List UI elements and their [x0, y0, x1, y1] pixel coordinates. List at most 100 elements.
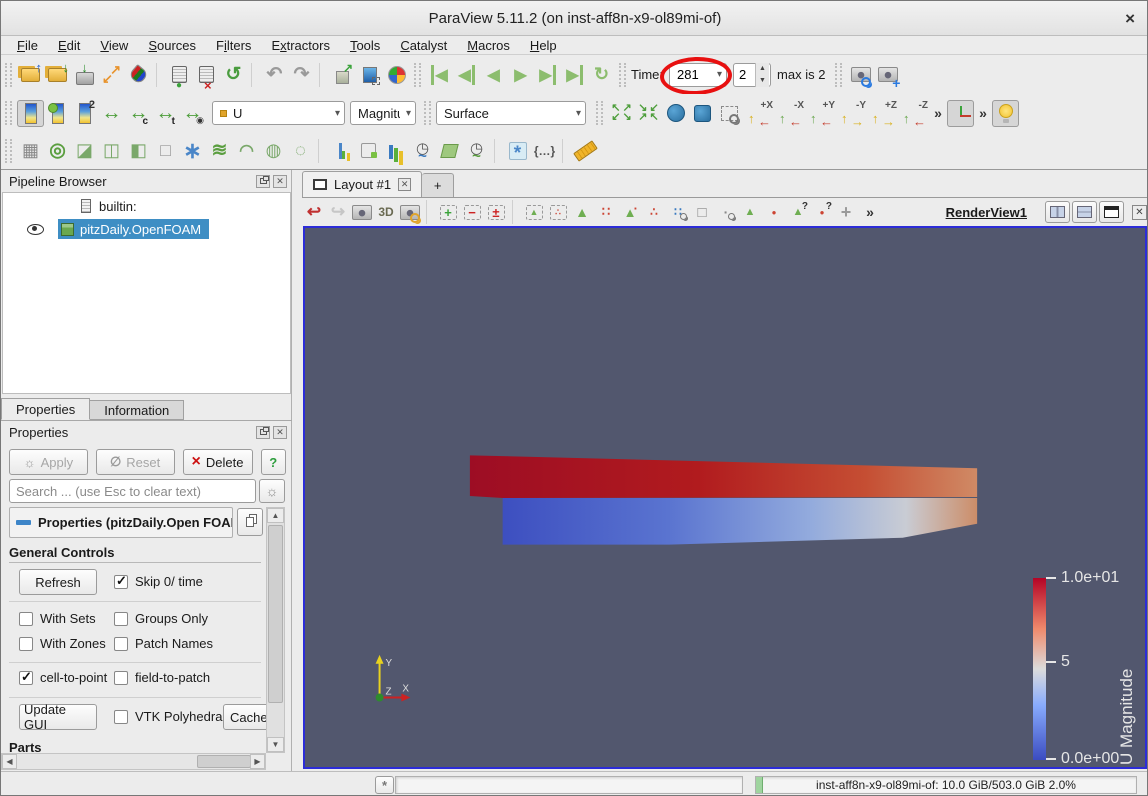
clip-icon[interactable] — [71, 137, 98, 164]
overflow-icon[interactable]: » — [929, 100, 947, 127]
scroll-down-icon[interactable]: ▼ — [267, 737, 284, 752]
save-data-icon[interactable] — [71, 60, 98, 88]
color-range-icon[interactable] — [356, 61, 383, 88]
toolbar-handle[interactable] — [5, 101, 12, 125]
spin-up-icon[interactable]: ▲ — [756, 62, 769, 75]
time-value-input[interactable] — [677, 67, 712, 82]
close-tab-icon[interactable]: ✕ — [398, 178, 412, 191]
selection-add-icon[interactable] — [436, 201, 460, 223]
view-minus-y-icon[interactable]: -Y — [836, 100, 867, 129]
redo-icon[interactable] — [288, 61, 315, 88]
plot-over-line-icon[interactable] — [328, 137, 355, 164]
toolbar-handle[interactable] — [5, 138, 12, 163]
plot-over-time-icon[interactable] — [409, 137, 436, 165]
time-value-combobox[interactable]: ▾ — [659, 55, 733, 96]
select-points-through-icon[interactable] — [594, 201, 618, 223]
vcr-loop-icon[interactable] — [588, 61, 615, 88]
reset-camera-icon[interactable] — [608, 100, 635, 127]
camera-redo-icon[interactable] — [326, 201, 350, 223]
query-cells-icon[interactable]: ? — [786, 201, 810, 223]
patch-names-checkbox[interactable] — [114, 636, 128, 651]
undock-icon[interactable] — [256, 425, 270, 439]
histogram-icon[interactable] — [382, 137, 409, 164]
toolbar-handle[interactable] — [5, 62, 12, 87]
threshold-icon[interactable] — [125, 137, 152, 164]
visibility-eye-icon[interactable] — [27, 223, 44, 235]
probe-location-icon[interactable] — [504, 137, 531, 165]
component-combobox[interactable]: Magnitu ▾ — [350, 101, 416, 125]
scrollbar-thumb[interactable] — [268, 525, 283, 703]
menu-filters[interactable]: Filters — [206, 37, 261, 54]
rescale-temporal-range-icon[interactable] — [152, 100, 179, 127]
copy-properties-button[interactable] — [237, 508, 263, 536]
save-icon[interactable] — [44, 60, 71, 88]
select-block-icon[interactable] — [690, 201, 714, 223]
representation-combobox[interactable]: Surface ▾ — [436, 101, 586, 125]
pipeline-item-source[interactable]: pitzDaily.OpenFOAM — [3, 219, 290, 239]
close-icon[interactable]: ✕ — [273, 174, 287, 188]
scroll-up-icon[interactable]: ▲ — [267, 508, 284, 523]
frame-input[interactable] — [739, 67, 754, 82]
toolbar-handle[interactable] — [835, 62, 843, 87]
properties-section-header[interactable]: Properties (pitzDaily.Open FOAM — [9, 507, 233, 538]
calculator-icon[interactable] — [17, 137, 44, 164]
reset-button[interactable]: Reset — [95, 449, 175, 475]
overflow-icon[interactable]: » — [858, 201, 882, 223]
close-icon[interactable]: ✕ — [273, 425, 287, 439]
field-to-patch-checkbox[interactable] — [114, 670, 128, 685]
tab-information[interactable]: Information — [90, 400, 185, 420]
menu-catalyst[interactable]: Catalyst — [390, 37, 457, 54]
ruler-icon[interactable] — [572, 137, 599, 164]
select-points-polygon-icon[interactable] — [642, 201, 666, 223]
update-gui-button[interactable]: Update GUI — [19, 702, 97, 732]
vcr-forward-icon[interactable] — [534, 61, 561, 88]
with-sets-checkbox[interactable] — [19, 611, 33, 626]
gear-icon[interactable]: ☼ — [259, 479, 285, 503]
camera-undo-icon[interactable] — [302, 201, 326, 223]
toolbar-handle[interactable] — [424, 101, 431, 125]
select-cells-through-icon[interactable] — [570, 201, 594, 223]
capture-view-icon[interactable] — [350, 201, 374, 223]
scroll-right-icon[interactable]: ▶ — [250, 754, 265, 769]
separate-color-map-icon[interactable] — [71, 99, 98, 127]
view-plus-x-icon[interactable]: +X — [743, 100, 774, 129]
overflow-icon[interactable]: » — [974, 100, 992, 127]
query-points-icon[interactable]: ? — [810, 201, 834, 223]
selection-toggle-icon[interactable] — [484, 201, 508, 223]
menu-edit[interactable]: Edit — [48, 37, 90, 54]
properties-vertical-scrollbar[interactable]: ▲ ▼ — [266, 507, 285, 753]
layout-tab[interactable]: Layout #1 ✕ — [302, 171, 423, 197]
color-legend-bar[interactable] — [1033, 578, 1046, 760]
toolbar-handle[interactable] — [596, 101, 603, 125]
cell-to-point-checkbox[interactable] — [19, 669, 33, 685]
scrollbar-thumb[interactable] — [197, 755, 251, 768]
undo-icon[interactable] — [261, 61, 288, 88]
view-plus-z-icon[interactable]: +Z — [867, 100, 898, 129]
zoom-closest-to-data-icon[interactable] — [689, 100, 716, 127]
properties-horizontal-scrollbar[interactable]: ◀ ▶ — [1, 753, 266, 770]
split-vertical-button[interactable] — [1072, 201, 1097, 223]
light-kit-icon[interactable] — [992, 99, 1019, 127]
camera-orientation-icon[interactable] — [947, 99, 974, 127]
menu-file[interactable]: File — [7, 37, 48, 54]
with-zones-checkbox[interactable] — [19, 636, 33, 651]
refresh-button[interactable]: Refresh — [19, 569, 97, 595]
menu-extractors[interactable]: Extractors — [261, 37, 340, 54]
rescale-custom-range-icon[interactable] — [125, 100, 152, 127]
plot-selection-over-time-icon[interactable] — [436, 137, 463, 164]
window-close-button[interactable]: × — [1125, 9, 1135, 29]
server-disconnect-icon[interactable] — [193, 61, 220, 93]
vcr-last-icon[interactable] — [561, 61, 588, 88]
menu-help[interactable]: Help — [520, 37, 567, 54]
menu-view[interactable]: View — [90, 37, 138, 54]
plot-data-over-time-icon[interactable] — [463, 137, 490, 165]
extract-subset-icon[interactable] — [152, 137, 179, 164]
group-datasets-icon[interactable] — [260, 137, 287, 164]
contour-icon[interactable] — [44, 137, 71, 164]
help-button[interactable]: ? — [260, 449, 286, 475]
vcr-play-icon[interactable] — [507, 61, 534, 88]
new-layout-tab[interactable]: + — [422, 173, 455, 197]
server-connect-icon[interactable] — [166, 61, 193, 91]
vcr-reverse-icon[interactable] — [480, 61, 507, 88]
color-palette-icon[interactable] — [383, 61, 410, 88]
